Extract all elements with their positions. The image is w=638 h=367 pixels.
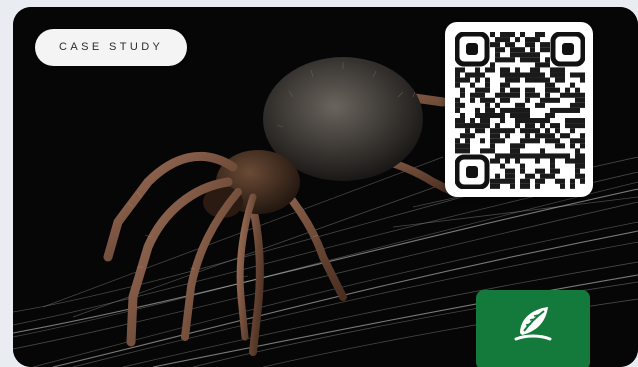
qr-code-icon (455, 32, 585, 189)
case-study-badge: CASE STUDY (35, 29, 188, 66)
case-study-card[interactable]: CASE STUDY (13, 7, 638, 367)
leaf-brand-logo-icon (514, 307, 552, 341)
qr-code-card[interactable] (445, 22, 593, 197)
brand-logo-tile[interactable] (476, 290, 590, 367)
